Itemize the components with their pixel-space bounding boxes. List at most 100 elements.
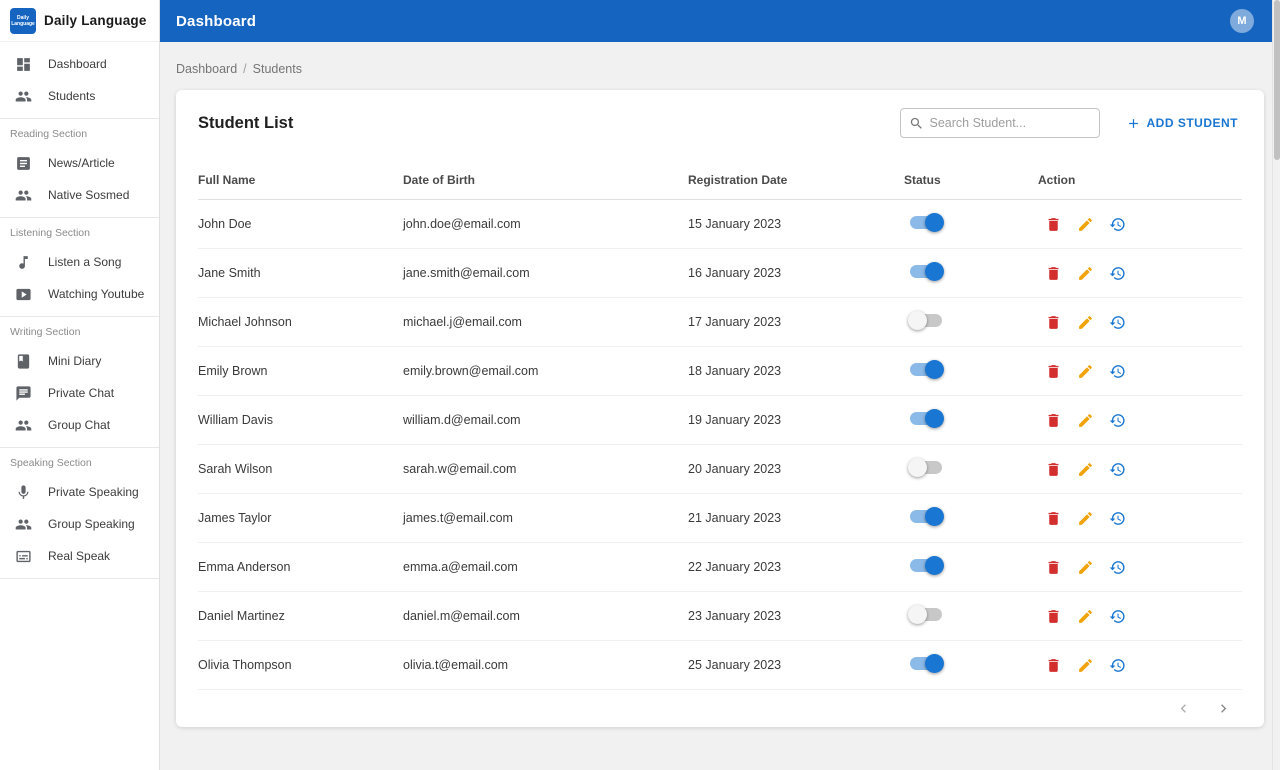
scrollbar-thumb[interactable]: [1274, 0, 1280, 160]
sidebar-item-private-chat[interactable]: Private Chat: [0, 377, 159, 409]
toggle-thumb: [925, 359, 944, 379]
add-student-button[interactable]: ADD STUDENT: [1122, 110, 1243, 137]
status-toggle[interactable]: [908, 604, 944, 625]
sidebar-item-native-sosmed[interactable]: Native Sosmed: [0, 179, 159, 211]
restore-button[interactable]: [1106, 311, 1128, 333]
pencil-icon: [1078, 364, 1092, 378]
delete-button[interactable]: [1042, 507, 1064, 529]
sidebar-item-listen-a-song[interactable]: Listen a Song: [0, 246, 159, 278]
search-box: [899, 108, 1100, 138]
card-header-actions: ADD STUDENT: [899, 108, 1243, 138]
main-content: Dashboard / Students Student List ADD ST…: [160, 42, 1280, 770]
user-avatar[interactable]: M: [1230, 9, 1254, 33]
sidebar-item-watching-youtube[interactable]: Watching Youtube: [0, 278, 159, 310]
sidebar-item-label: Group Speaking: [48, 517, 135, 531]
edit-button[interactable]: [1074, 654, 1096, 676]
cell-registration-date: 22 January 2023: [688, 560, 782, 574]
cell-status: [904, 457, 1038, 481]
pencil-icon: [1078, 511, 1092, 525]
restore-button[interactable]: [1106, 262, 1128, 284]
status-toggle[interactable]: [908, 212, 944, 233]
toggle-thumb: [908, 457, 927, 477]
pencil-icon: [1078, 413, 1092, 427]
sidebar-item-label: Dashboard: [48, 57, 107, 71]
sidebar-item-news-article[interactable]: News/Article: [0, 147, 159, 179]
edit-button[interactable]: [1074, 605, 1096, 627]
next-page-button[interactable]: [1210, 696, 1236, 722]
delete-button[interactable]: [1042, 556, 1064, 578]
chat-icon: [14, 384, 32, 402]
edit-button[interactable]: [1074, 311, 1096, 333]
page-title: Student List: [198, 113, 294, 132]
status-toggle[interactable]: [908, 310, 944, 331]
status-toggle[interactable]: [908, 653, 944, 674]
sidebar-item-group-speaking[interactable]: Group Speaking: [0, 508, 159, 540]
edit-button[interactable]: [1074, 409, 1096, 431]
restore-button[interactable]: [1106, 409, 1128, 431]
status-toggle[interactable]: [908, 555, 944, 576]
status-toggle[interactable]: [908, 261, 944, 282]
delete-button[interactable]: [1042, 458, 1064, 480]
cell-full-name: Olivia Thompson: [198, 658, 292, 672]
edit-button[interactable]: [1074, 360, 1096, 382]
restore-button[interactable]: [1106, 360, 1128, 382]
sidebar-section-writing: Writing Section: [10, 326, 81, 338]
status-toggle[interactable]: [908, 457, 944, 478]
restore-icon: [1109, 560, 1125, 574]
cell-email: john.doe@email.com: [403, 217, 521, 231]
edit-button[interactable]: [1074, 507, 1096, 529]
breadcrumb-students[interactable]: Students: [253, 62, 302, 76]
sidebar-item-real-speak[interactable]: Real Speak: [0, 540, 159, 572]
restore-button[interactable]: [1106, 605, 1128, 627]
restore-button[interactable]: [1106, 213, 1128, 235]
restore-icon: [1109, 266, 1125, 280]
sidebar-item-mini-diary[interactable]: Mini Diary: [0, 345, 159, 377]
scrollbar[interactable]: [1272, 0, 1280, 770]
restore-icon: [1109, 658, 1125, 672]
restore-button[interactable]: [1106, 654, 1128, 676]
breadcrumb: Dashboard / Students: [176, 62, 1264, 76]
delete-button[interactable]: [1042, 409, 1064, 431]
delete-button[interactable]: [1042, 654, 1064, 676]
table-row: Sarah Wilson sarah.w@email.com 20 Januar…: [198, 445, 1242, 494]
cell-registration-date: 17 January 2023: [688, 315, 782, 329]
breadcrumb-dashboard[interactable]: Dashboard: [176, 62, 237, 76]
sidebar: Daily Language Daily Language Dashboard …: [0, 0, 160, 770]
video-play-icon: [14, 285, 32, 303]
cell-actions: [1038, 409, 1242, 431]
status-toggle[interactable]: [908, 506, 944, 527]
previous-page-button[interactable]: [1170, 696, 1196, 722]
restore-button[interactable]: [1106, 556, 1128, 578]
restore-button[interactable]: [1106, 507, 1128, 529]
status-toggle[interactable]: [908, 408, 944, 429]
sidebar-item-label: Group Chat: [48, 418, 111, 432]
column-header-action: Action: [1038, 172, 1076, 187]
restore-button[interactable]: [1106, 458, 1128, 480]
edit-button[interactable]: [1074, 213, 1096, 235]
delete-button[interactable]: [1042, 605, 1064, 627]
delete-button[interactable]: [1042, 311, 1064, 333]
edit-button[interactable]: [1074, 556, 1096, 578]
sidebar-item-label: Listen a Song: [48, 255, 122, 269]
sidebar-item-group-chat[interactable]: Group Chat: [0, 409, 159, 441]
trash-icon: [1048, 266, 1058, 280]
status-toggle[interactable]: [908, 359, 944, 380]
toggle-thumb: [908, 310, 927, 330]
restore-icon: [1109, 364, 1125, 378]
sidebar-item-label: Private Chat: [48, 386, 115, 400]
delete-button[interactable]: [1042, 360, 1064, 382]
sidebar-item-private-speaking[interactable]: Private Speaking: [0, 476, 159, 508]
cell-full-name: Michael Johnson: [198, 315, 292, 329]
add-student-label: ADD STUDENT: [1146, 116, 1238, 130]
search-input[interactable]: [929, 116, 1091, 130]
sidebar-item-students[interactable]: Students: [0, 80, 159, 112]
topbar-title: Dashboard: [176, 12, 257, 30]
search-icon: [910, 117, 922, 129]
delete-button[interactable]: [1042, 262, 1064, 284]
sidebar-item-dashboard[interactable]: Dashboard: [0, 48, 159, 80]
edit-button[interactable]: [1074, 458, 1096, 480]
delete-button[interactable]: [1042, 213, 1064, 235]
table-row: Michael Johnson michael.j@email.com 17 J…: [198, 298, 1242, 347]
edit-button[interactable]: [1074, 262, 1096, 284]
cell-registration-date: 16 January 2023: [688, 266, 782, 280]
